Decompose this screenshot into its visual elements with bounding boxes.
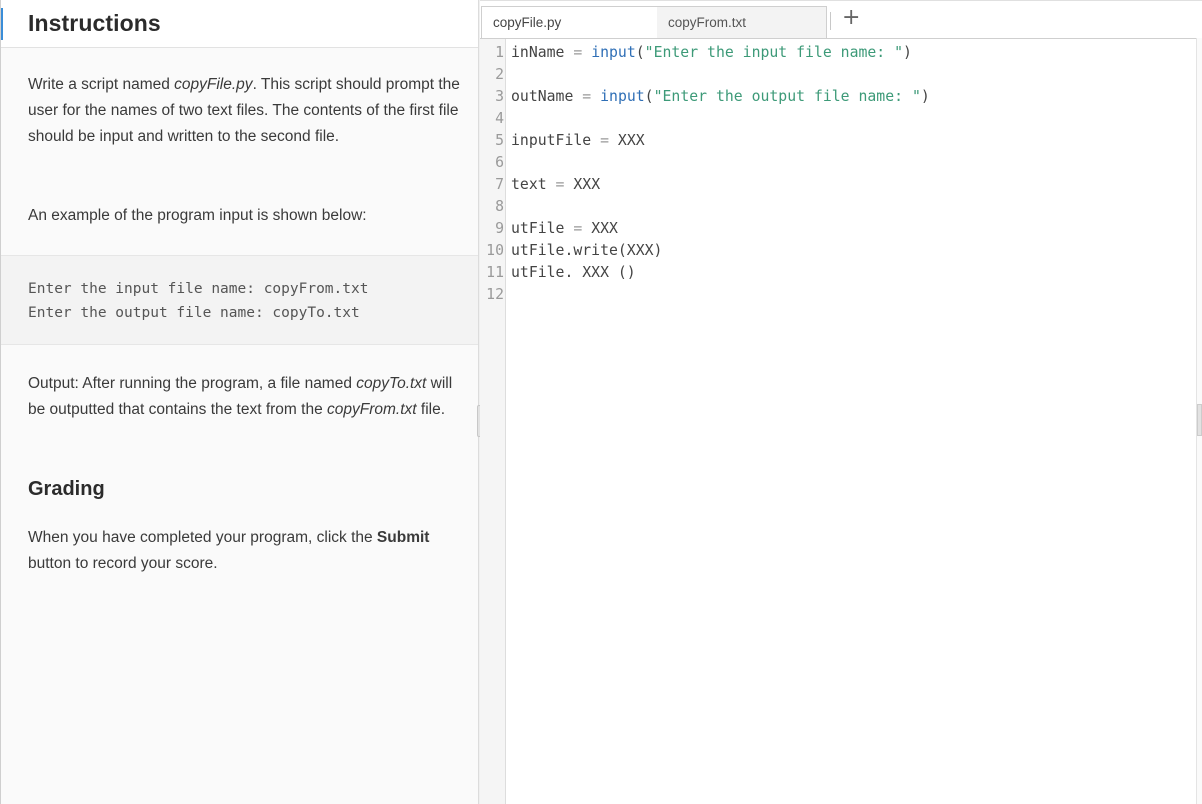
- line-number: 1: [495, 44, 504, 61]
- task-text-prefix: Write a script named: [28, 76, 175, 93]
- code-token: =: [600, 132, 610, 149]
- output-text-suffix: file.: [416, 401, 446, 418]
- editor-resize-grip[interactable]: [1197, 404, 1202, 436]
- line-number: 12: [486, 286, 504, 303]
- code-token: outName: [511, 88, 583, 105]
- code-token: XXX: [582, 220, 618, 237]
- output-description: Output: After running the program, a fil…: [28, 371, 460, 423]
- code-line[interactable]: 1 inName = input("Enter the input file na…: [480, 42, 1180, 64]
- code-text: outName = input("Enter the output file n…: [511, 86, 930, 108]
- task-description: Write a script named copyFile.py. This s…: [28, 72, 460, 150]
- line-number: 6: [495, 154, 504, 171]
- grading-text-suffix: button to record your score.: [28, 555, 218, 572]
- code-line[interactable]: 6: [480, 152, 1180, 174]
- instructions-header: Instructions: [1, 0, 478, 48]
- code-token: =: [573, 44, 583, 61]
- tab-copyfrom-txt[interactable]: copyFrom.txt: [657, 6, 827, 39]
- code-line[interactable]: 8: [480, 196, 1180, 218]
- example-io-block: Enter the input file name: copyFrom.txt …: [1, 255, 478, 345]
- code-text: utFile. XXX (): [511, 262, 636, 284]
- line-number: 4: [495, 110, 504, 127]
- code-line[interactable]: 7 text = XXX: [480, 174, 1180, 196]
- active-panel-indicator: [1, 8, 3, 40]
- instructions-panel: Instructions Write a script named copyFi…: [0, 0, 478, 804]
- line-number: 9: [495, 220, 504, 237]
- code-token: inputFile: [511, 132, 601, 149]
- code-token: input: [591, 44, 636, 61]
- grading-text-prefix: When you have completed your program, cl…: [28, 529, 377, 546]
- output-filename: copyTo.txt: [356, 375, 427, 392]
- tab-divider: [830, 12, 831, 30]
- code-line[interactable]: 9 utFile = XXX: [480, 218, 1180, 240]
- code-text: text = XXX: [511, 174, 600, 196]
- line-number: 8: [495, 198, 504, 215]
- code-line[interactable]: 10 utFile.write(XXX): [480, 240, 1180, 262]
- code-text: inputFile = XXX: [511, 130, 645, 152]
- code-token: =: [582, 88, 592, 105]
- grading-description: When you have completed your program, cl…: [28, 525, 460, 577]
- code-token: (: [644, 88, 654, 105]
- code-token: text: [511, 176, 556, 193]
- code-token: ): [920, 88, 930, 105]
- file-tab-bar: copyFile.py copyFrom.txt +: [480, 0, 1202, 39]
- code-editor-panel: copyFile.py copyFrom.txt + 1 inName = inp…: [480, 0, 1202, 804]
- code-token: (: [635, 44, 645, 61]
- code-line[interactable]: 3 outName = input("Enter the output file …: [480, 86, 1180, 108]
- code-token: "Enter the input file name: ": [644, 44, 904, 61]
- code-token: utFile: [511, 220, 574, 237]
- code-line[interactable]: 5 inputFile = XXX: [480, 130, 1180, 152]
- add-file-plus-icon[interactable]: +: [842, 5, 860, 31]
- code-text: utFile.write(XXX): [511, 240, 662, 262]
- code-token: ): [903, 44, 912, 61]
- code-token: "Enter the output file name: ": [653, 88, 921, 105]
- line-number: 5: [495, 132, 504, 149]
- editor-scrollbar[interactable]: [1196, 38, 1202, 804]
- code-line[interactable]: 2: [480, 64, 1180, 86]
- code-text: utFile = XXX: [511, 218, 618, 240]
- code-token: input: [600, 88, 645, 105]
- code-token: XXX: [564, 176, 601, 193]
- example-line-input: Enter the input file name: copyFrom.txt: [28, 281, 369, 297]
- code-token: inName: [511, 44, 574, 61]
- code-text: inName = input("Enter the input file nam…: [511, 42, 912, 64]
- line-number: 11: [486, 264, 504, 281]
- line-number: 3: [495, 88, 504, 105]
- code-editor[interactable]: 1 inName = input("Enter the input file na…: [480, 38, 1202, 804]
- example-intro: An example of the program input is shown…: [28, 207, 367, 224]
- tab-copyfile-py[interactable]: copyFile.py: [481, 6, 658, 39]
- code-token: =: [573, 220, 583, 237]
- code-line[interactable]: 12: [480, 284, 1180, 306]
- code-token: utFile. XXX (): [511, 264, 636, 281]
- code-token: utFile.write(XXX): [511, 242, 663, 259]
- line-number: 2: [495, 66, 504, 83]
- example-line-output: Enter the output file name: copyTo.txt: [28, 305, 360, 321]
- line-number: 10: [486, 242, 504, 259]
- code-line[interactable]: 4: [480, 108, 1180, 130]
- code-line[interactable]: 11 utFile. XXX (): [480, 262, 1180, 284]
- output-text-prefix: Output: After running the program, a fil…: [28, 375, 357, 392]
- source-filename: copyFrom.txt: [327, 401, 417, 418]
- grading-heading: Grading: [28, 478, 105, 500]
- submit-keyword: Submit: [376, 529, 430, 546]
- code-token: XXX: [609, 132, 645, 149]
- script-filename: copyFile.py: [174, 76, 253, 93]
- instructions-title: Instructions: [28, 10, 161, 36]
- line-number: 7: [495, 176, 504, 193]
